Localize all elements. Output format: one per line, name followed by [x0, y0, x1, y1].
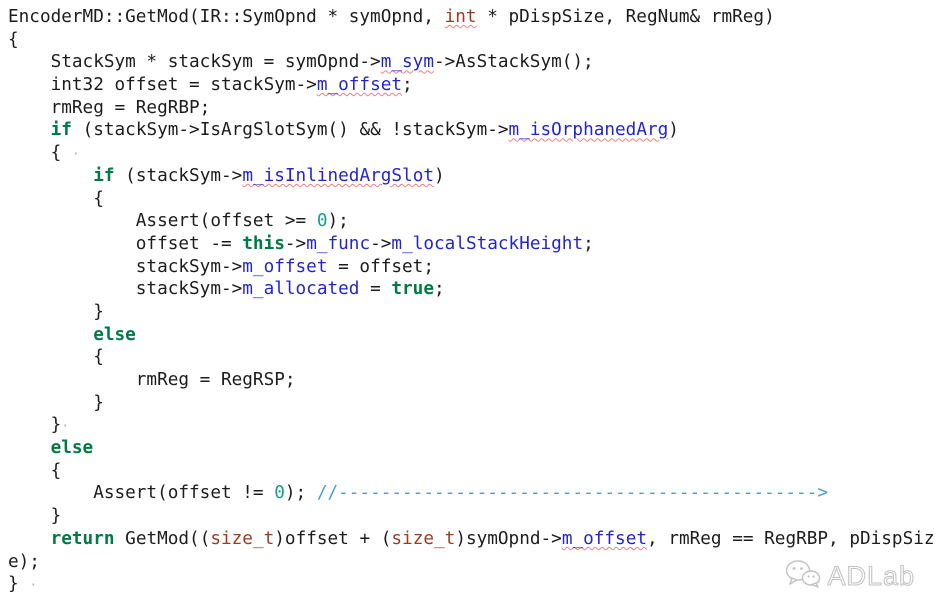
code-token: { — [8, 189, 104, 209]
code-line: stackSym->m_offset = offset; — [8, 256, 943, 279]
code-token: m_offset — [242, 257, 327, 277]
code-token: this — [242, 234, 285, 254]
code-token: )offset + ( — [274, 529, 391, 549]
code-line: Assert(offset != 0); //-----------------… — [8, 482, 943, 505]
code-token: m_offset — [562, 529, 647, 549]
code-token: //--------------------------------------… — [317, 483, 828, 503]
code-token: else — [93, 325, 136, 345]
code-token: , rmReg == RegRBP, pDispSiz — [647, 529, 935, 549]
code-token: -> — [285, 234, 306, 254]
code-line: } — [8, 301, 943, 324]
code-line: if (stackSym->IsArgSlotSym() && !stackSy… — [8, 119, 943, 142]
code-line: stackSym->m_allocated = true; — [8, 278, 943, 301]
code-token: int — [445, 7, 477, 27]
code-token: offset -= — [8, 234, 242, 254]
code-token: else — [51, 438, 94, 458]
code-line: } — [8, 505, 943, 528]
code-line: int32 offset = stackSym->m_offset; — [8, 74, 943, 97]
code-line: EncoderMD::GetMod(IR::SymOpnd * symOpnd,… — [8, 6, 943, 29]
code-token: ); — [285, 483, 317, 503]
code-token: ); — [327, 211, 348, 231]
code-token: { — [8, 461, 61, 481]
code-token: (stackSym->IsArgSlotSym() && !stackSym-> — [72, 120, 509, 140]
code-token: EncoderMD::GetMod(IR::SymOpnd * symOpnd, — [8, 7, 445, 27]
watermark: ADLab — [785, 558, 915, 595]
code-token: { — [8, 347, 104, 367]
code-token: true — [391, 279, 434, 299]
code-token: } — [8, 506, 61, 526]
code-token: * pDispSize, RegNum& rmReg) — [477, 7, 775, 27]
code-token: { — [8, 30, 19, 50]
code-token: if — [51, 120, 72, 140]
code-token: } — [8, 415, 61, 435]
watermark-label: ADLab — [827, 561, 915, 592]
code-token: if — [93, 166, 114, 186]
code-token: stackSym-> — [8, 257, 242, 277]
code-token: m_isInlinedArgSlot — [242, 166, 434, 186]
code-line: rmReg = RegRBP; — [8, 97, 943, 120]
code-token: return — [51, 529, 115, 549]
code-token: ; — [583, 234, 594, 254]
code-token: int32 offset = stackSym-> — [8, 75, 317, 95]
code-token: } — [8, 302, 104, 322]
code-line: StackSym * stackSym = symOpnd->m_sym->As… — [8, 51, 943, 74]
code-line: { — [8, 460, 943, 483]
code-line: return GetMod((size_t)offset + (size_t)s… — [8, 528, 943, 551]
code-token: { — [8, 143, 72, 163]
code-token: ; — [402, 75, 413, 95]
code-line: { · — [8, 142, 943, 165]
code-token: · — [72, 147, 80, 162]
code-token: Assert(offset != — [8, 483, 274, 503]
code-token: } — [8, 574, 29, 594]
code-token: )symOpnd-> — [455, 529, 562, 549]
code-token: m_isOrphanedArg — [509, 120, 669, 140]
code-token — [8, 325, 93, 345]
code-line: offset -= this->m_func->m_localStackHeig… — [8, 233, 943, 256]
code-token: m_localStackHeight — [391, 234, 583, 254]
code-token: = — [359, 279, 391, 299]
code-token: = offset; — [327, 257, 434, 277]
code-token — [8, 438, 51, 458]
code-line: else — [8, 437, 943, 460]
code-token: size_t — [391, 529, 455, 549]
wechat-logo-icon — [785, 558, 821, 595]
code-line: if (stackSym->m_isInlinedArgSlot) — [8, 165, 943, 188]
code-line: { — [8, 346, 943, 369]
code-line: else — [8, 324, 943, 347]
code-token: ) — [668, 120, 679, 140]
code-token: rmReg = RegRBP; — [8, 98, 210, 118]
code-token: e); — [8, 552, 40, 572]
code-token: size_t — [210, 529, 274, 549]
code-editor-window: { "colors": { "background": "#ffffff", "… — [0, 0, 943, 615]
code-token: ) — [434, 166, 445, 186]
code-line: { — [8, 188, 943, 211]
code-token: GetMod(( — [115, 529, 211, 549]
code-content[interactable]: EncoderMD::GetMod(IR::SymOpnd * symOpnd,… — [0, 0, 943, 596]
code-token — [8, 120, 51, 140]
code-token: Assert(offset >= — [8, 211, 317, 231]
code-token: m_func — [306, 234, 370, 254]
code-line: Assert(offset >= 0); — [8, 210, 943, 233]
code-token — [8, 529, 51, 549]
code-token: · — [61, 419, 69, 434]
code-line: rmReg = RegRSP; — [8, 369, 943, 392]
code-token: } — [8, 393, 104, 413]
code-token: ; — [434, 279, 445, 299]
code-token: m_allocated — [242, 279, 359, 299]
code-token — [8, 166, 93, 186]
code-token: 0 — [274, 483, 285, 503]
code-token: stackSym-> — [8, 279, 242, 299]
code-token: 0 — [317, 211, 328, 231]
code-token: m_sym — [381, 52, 434, 72]
code-token: m_offset — [317, 75, 402, 95]
code-line: } — [8, 392, 943, 415]
code-line: }· — [8, 414, 943, 437]
code-line: { — [8, 29, 943, 52]
code-token: ->AsStackSym(); — [434, 52, 594, 72]
code-token: -> — [370, 234, 391, 254]
code-token: · — [29, 578, 37, 593]
code-token: StackSym * stackSym = symOpnd-> — [8, 52, 381, 72]
code-token: (stackSym-> — [115, 166, 243, 186]
code-token: rmReg = RegRSP; — [8, 370, 296, 390]
